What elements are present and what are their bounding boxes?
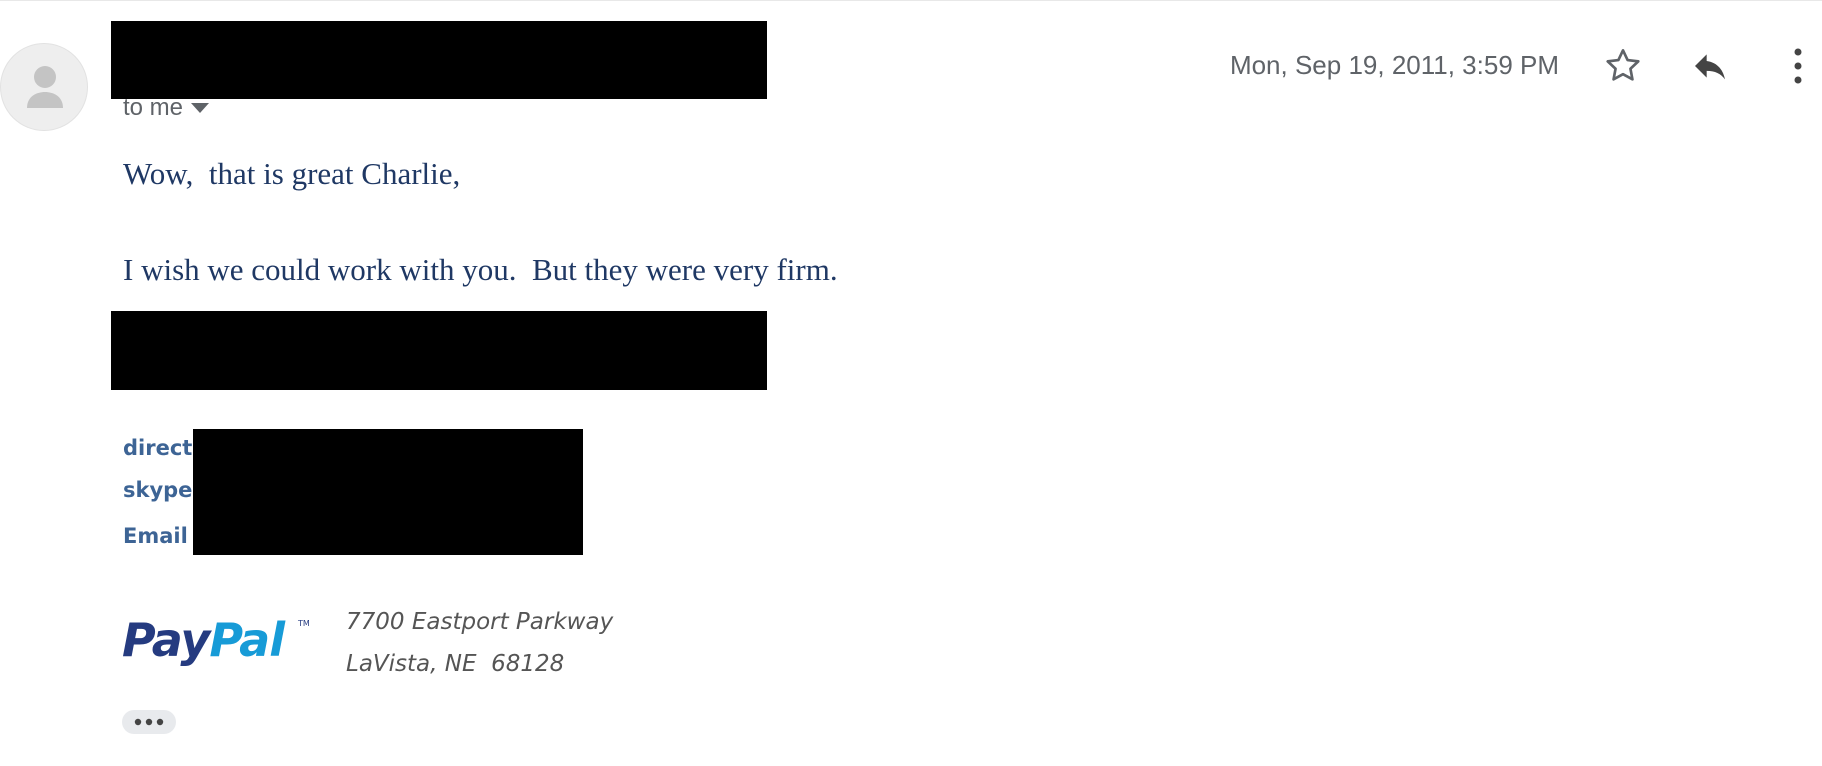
- show-trimmed-content-button[interactable]: [122, 710, 176, 734]
- redacted-sender-name: [111, 21, 767, 99]
- svg-text:PayPal: PayPal: [122, 613, 286, 667]
- reply-icon: [1695, 54, 1725, 80]
- header-divider: [0, 0, 1822, 1]
- caret-down-icon: [191, 103, 210, 113]
- more-options-button[interactable]: [1776, 44, 1820, 88]
- sender-avatar[interactable]: [0, 43, 88, 131]
- signature-skype-label: skype: [123, 478, 193, 502]
- address-line-1: 7700 Eastport Parkway: [346, 609, 614, 635]
- more-vert-icon: [1794, 48, 1802, 84]
- redacted-contact-details: [193, 429, 583, 555]
- message-body-line-1: Wow, that is great Charlie,: [123, 156, 461, 191]
- star-button[interactable]: [1601, 44, 1645, 88]
- svg-text:TM: TM: [297, 619, 310, 628]
- message-date: Mon, Sep 19, 2011, 3:59 PM: [1229, 50, 1559, 80]
- person-icon: [27, 66, 63, 108]
- more-horiz-icon: [134, 718, 164, 726]
- reply-button[interactable]: [1688, 44, 1732, 88]
- address-line-2: LaVista, NE 68128: [346, 651, 565, 677]
- message-body-line-2: I wish we could work with you. But they …: [123, 252, 838, 287]
- signature-direct-label: direct: [123, 436, 193, 460]
- recipients-toggle[interactable]: to me: [123, 93, 210, 123]
- star-outline-icon: [1606, 49, 1640, 81]
- recipients-label: to me: [123, 94, 184, 121]
- signature-email-label: Email: [123, 524, 188, 548]
- redacted-signature-name: [111, 311, 767, 390]
- paypal-logo: PayPal TM: [122, 604, 322, 668]
